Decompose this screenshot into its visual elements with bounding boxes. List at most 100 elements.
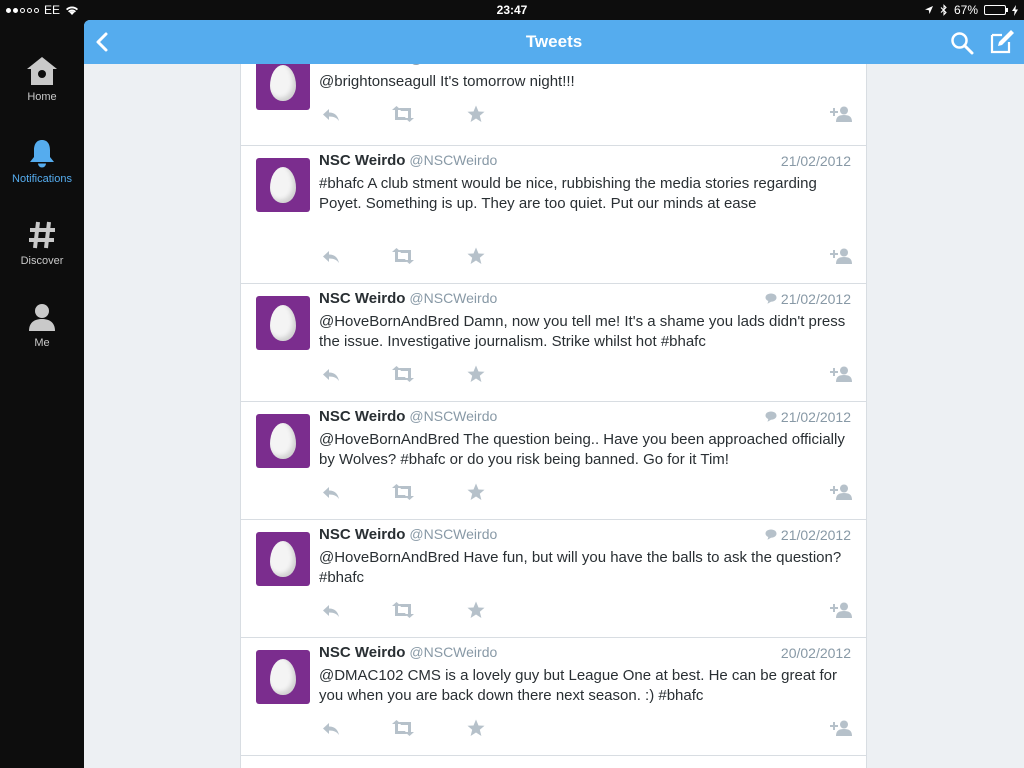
page-title: Tweets [525,32,583,51]
follow-button[interactable] [830,484,852,505]
date-label: 21/02/2012 [780,527,851,543]
reply-button[interactable] [321,108,341,127]
tweet-row[interactable]: NSC Weirdo @NSCWeirdo 21/02/2012 @HoveBornA… [241,402,866,520]
nav-bar: Tweets [84,20,1024,64]
egg-avatar-icon [270,305,296,341]
tweet-row[interactable]: NSC Weirdo @NSCWeirdo 20/02/2012 @DMAC102 C… [241,638,866,756]
retweet-button[interactable] [391,484,415,505]
retweet-button[interactable] [391,602,415,623]
compose-icon [990,30,1014,54]
reply-icon [321,723,341,740]
battery-icon [984,5,1008,15]
bell-icon [30,140,54,168]
tweet-date: 21/02/2012 [765,64,851,67]
avatar[interactable] [256,650,310,704]
tweet-row[interactable]: NSC Weirdo @NSCWeirdo 21/02/2012 #bhafc A c… [241,146,866,284]
author-name: NSC Weirdo [319,290,406,307]
retweet-icon [391,602,415,622]
tweet-text: @HoveBornAndBred The question being.. Ha… [319,431,845,468]
follow-button[interactable] [830,720,852,741]
author-name: NSC Weirdo [319,408,406,425]
follow-button[interactable] [830,602,852,623]
tweet-text: @brightonseagull It's tomorrow night!!! [319,73,575,90]
follow-button[interactable] [830,366,852,387]
tweet-text: @DMAC102 CMS is a lovely guy but League … [319,667,837,704]
avatar[interactable] [256,414,310,468]
reply-icon [321,487,341,504]
avatar[interactable] [256,158,310,212]
sidebar-item-discover[interactable]: Discover [0,220,84,267]
follow-icon [830,106,852,126]
avatar[interactable] [256,296,310,350]
tweet-author[interactable]: NSC Weirdo@NSCWeirdo [319,526,497,543]
author-name: NSC Weirdo [319,152,406,169]
reply-icon [321,369,341,386]
retweet-button[interactable] [391,720,415,741]
status-bar: EE 23:47 67% [0,0,1024,20]
tweet-author[interactable]: NSC Weirdo@NSCWeirdo [319,644,497,661]
retweet-button[interactable] [391,106,415,127]
favorite-button[interactable] [467,105,485,128]
tweet-author[interactable]: NSC Weirdo@NSCWeirdo [319,290,497,307]
retweet-button[interactable] [391,366,415,387]
favorite-button[interactable] [467,601,485,624]
favorite-button[interactable] [467,719,485,742]
egg-avatar-icon [270,541,296,577]
reply-icon [321,109,341,126]
follow-icon [830,720,852,740]
author-handle: @NSCWeirdo [409,644,498,660]
reply-button[interactable] [321,722,341,741]
follow-icon [830,366,852,386]
author-handle: @NSCWeirdo [409,290,498,306]
sidebar-item-label: Notifications [12,173,72,185]
retweet-icon [391,484,415,504]
tweet-row[interactable]: NSC Weirdo @NSCWeirdo 21/02/2012 @HoveBornA… [241,520,866,638]
retweet-icon [391,720,415,740]
compose-button[interactable] [989,29,1015,60]
avatar[interactable] [256,532,310,586]
reply-button[interactable] [321,368,341,387]
sidebar-item-notifications[interactable]: Notifications [0,138,84,185]
search-button[interactable] [950,31,974,60]
star-icon [467,105,485,127]
star-icon [467,483,485,505]
favorite-button[interactable] [467,483,485,506]
home-icon [27,57,57,85]
sidebar-item-label: Discover [20,255,64,267]
reply-icon [321,251,341,268]
charging-icon [1012,4,1018,16]
reply-button[interactable] [321,486,341,505]
conversation-icon [765,409,777,425]
conversation-icon [765,64,777,67]
reply-button[interactable] [321,250,341,269]
tweet-text: @HoveBornAndBred Damn, now you tell me! … [319,313,846,350]
sidebar-item-me[interactable]: Me [0,302,84,349]
sidebar-item-label: Me [34,337,50,349]
author-handle: @NSCWeirdo [409,526,498,542]
tweet-date: 21/02/2012 [781,153,851,169]
favorite-button[interactable] [467,365,485,388]
avatar[interactable] [256,64,310,110]
retweet-button[interactable] [391,248,415,269]
sidebar-item-home[interactable]: Home [0,56,84,103]
follow-icon [830,248,852,268]
sidebar-item-label: Home [27,91,57,103]
tweet-row[interactable]: NSC Weirdo @NSCWeirdo 21/02/2012 @HoveBornA… [241,284,866,402]
follow-button[interactable] [830,106,852,127]
tweet-author[interactable]: NSC Weirdo@NSCWeirdo [319,64,497,67]
author-handle: @NSCWeirdo [409,64,497,66]
star-icon [467,601,485,623]
author-handle: @NSCWeirdo [409,152,498,168]
reply-button[interactable] [321,604,341,623]
tweet-timeline[interactable]: NSC Weirdo@NSCWeirdo21/02/2012@brightons… [240,64,867,768]
tweet-row[interactable]: NSC Weirdo @NSCWeirdo 21/02/2012 @brightons… [241,64,866,146]
date-label: 20/02/2012 [780,645,851,661]
date-label: 21/02/2012 [780,409,851,425]
tweet-author[interactable]: NSC Weirdo@NSCWeirdo [319,408,497,425]
favorite-button[interactable] [467,247,485,270]
main-panel: Tweets NSC Weirdo@NSCWeirdo21/02/2012@br… [84,20,1024,768]
sidebar: Home Notifications Discover Me [0,20,84,768]
date-label: 21/02/2012 [781,64,851,67]
tweet-author[interactable]: NSC Weirdo@NSCWeirdo [319,152,497,169]
follow-button[interactable] [830,248,852,269]
